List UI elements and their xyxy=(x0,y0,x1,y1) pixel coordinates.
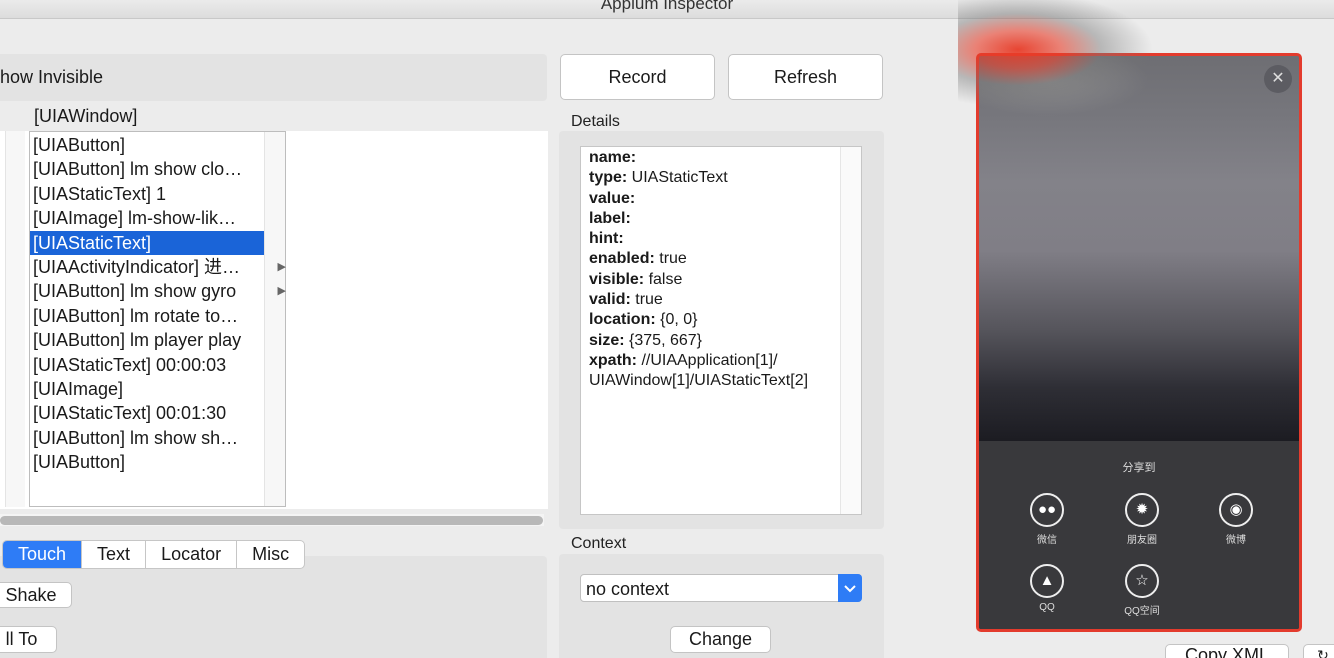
tree-column-parent[interactable] xyxy=(0,131,25,507)
tree-item[interactable]: [UIAActivityIndicator] 进… ▶ xyxy=(30,255,286,279)
share-target-label: 朋友圈 xyxy=(1127,535,1157,546)
detail-row-label: label: xyxy=(589,209,631,227)
wechat-icon: ●● xyxy=(1030,493,1064,527)
tree-item[interactable]: [UIAStaticText] 00:01:30 xyxy=(30,401,264,425)
tree-horizontal-scrollbar[interactable] xyxy=(0,514,544,526)
details-scrollbar[interactable] xyxy=(840,147,861,514)
show-invisible-checkbox[interactable]: how Invisible xyxy=(0,67,103,88)
qzone-icon: ☆ xyxy=(1125,564,1159,598)
share-target-qq: ▲ QQ xyxy=(1017,564,1077,613)
tree-item[interactable]: [UIAButton] xyxy=(30,133,264,157)
share-panel: 分享到 ●● 微信 ✹ 朋友圈 ◉ 微博 ▲ QQ ☆ QQ空间 xyxy=(979,441,1299,629)
tab-text[interactable]: Text xyxy=(82,541,147,568)
detail-row-xpath: xpath: //UIAApplication[1]/ xyxy=(589,351,778,369)
scrollbar-thumb[interactable] xyxy=(0,516,543,525)
share-target-moments: ✹ 朋友圈 xyxy=(1112,493,1172,546)
tree-column-parent-scrollbar[interactable] xyxy=(5,131,25,507)
copy-xml-button[interactable]: Copy XML xyxy=(1165,644,1289,658)
tree-column-children-scrollbar[interactable] xyxy=(264,132,285,506)
tree-item[interactable]: [UIAImage] lm-show-lik… xyxy=(30,206,264,230)
record-button[interactable]: Record xyxy=(560,54,715,100)
context-selected-value: no context xyxy=(586,579,670,599)
tree-item[interactable]: [UIAButton] xyxy=(30,450,264,474)
tree-item[interactable]: [UIAButton] lm rotate to… xyxy=(30,304,264,328)
qq-icon: ▲ xyxy=(1030,564,1064,598)
detail-row-name: name: xyxy=(589,149,637,166)
tab-touch[interactable]: Touch xyxy=(3,541,83,568)
tab-misc[interactable]: Misc xyxy=(237,541,304,568)
detail-row-visible: visible: false xyxy=(589,270,683,288)
tree-item[interactable]: [UIAButton] lm show gyro ▶ xyxy=(30,279,286,303)
expand-arrow-icon: ▶ xyxy=(277,285,286,298)
actions-pane xyxy=(0,556,547,658)
tree-item[interactable]: [UIAButton] lm show sh… xyxy=(30,426,264,450)
share-target-qzone: ☆ QQ空间 xyxy=(1112,564,1172,617)
tree-item[interactable]: [UIAStaticText] 00:00:03 xyxy=(30,353,264,377)
context-select[interactable]: no context xyxy=(580,574,862,602)
details-heading: Details xyxy=(571,113,620,130)
tree-item[interactable]: [UIAButton] lm show clo… xyxy=(30,157,264,181)
tree-item-list: [UIAButton] [UIAButton] lm show clo… [UI… xyxy=(30,133,286,474)
detail-row-xpath-continuation: UIAWindow[1]/UIAStaticText[2] xyxy=(589,372,809,390)
share-title: 分享到 xyxy=(1122,462,1156,474)
tree-item[interactable]: [UIAImage] xyxy=(30,377,264,401)
share-target-weibo: ◉ 微博 xyxy=(1206,493,1266,546)
tab-locator[interactable]: Locator xyxy=(146,541,238,568)
change-context-button[interactable]: Change xyxy=(670,626,771,653)
tree-item-label: [UIAButton] lm show gyro xyxy=(33,281,237,302)
tree-item[interactable]: [UIAButton] lm player play xyxy=(30,328,264,352)
detail-row-hint: hint: xyxy=(589,230,624,248)
detail-row-type: type: UIAStaticText xyxy=(589,169,728,187)
expand-arrow-icon: ▶ xyxy=(277,260,286,273)
share-target-label: 微信 xyxy=(1037,535,1057,546)
close-icon: ✕ xyxy=(1264,65,1292,93)
share-target-label: 微博 xyxy=(1226,535,1246,546)
detail-row-size: size: {375, 667} xyxy=(589,331,702,349)
details-content: name: type: UIAStaticText value: label: … xyxy=(589,148,808,392)
context-heading: Context xyxy=(571,535,627,552)
detail-row-value: value: xyxy=(589,189,636,207)
device-screenshot[interactable]: ✕ 分享到 ●● 微信 ✹ 朋友圈 ◉ 微博 ▲ QQ ☆ QQ空间 xyxy=(976,53,1302,632)
scroll-to-button[interactable]: ll To xyxy=(0,626,57,653)
chevron-down-icon[interactable] xyxy=(838,574,862,602)
weibo-icon: ◉ xyxy=(1219,493,1253,527)
tree-column-header: [UIAWindow] xyxy=(34,106,138,126)
detail-row-enabled: enabled: true xyxy=(589,250,687,268)
tree-item[interactable]: [UIAStaticText] 1 xyxy=(30,182,264,206)
tree-item-label: [UIAActivityIndicator] 进… xyxy=(33,256,241,277)
tree-item-selected[interactable]: [UIAStaticText] xyxy=(30,230,264,255)
rotate-button[interactable]: ↻ xyxy=(1303,644,1334,658)
red-scribble-overlay xyxy=(958,0,1158,110)
detail-row-location: location: {0, 0} xyxy=(589,311,698,329)
refresh-button[interactable]: Refresh xyxy=(728,54,883,100)
detail-row-valid: valid: true xyxy=(589,291,663,309)
action-tabs: Touch Text Locator Misc xyxy=(2,540,306,569)
share-target-label: QQ xyxy=(1039,602,1055,613)
share-target-wechat: ●● 微信 xyxy=(1017,493,1077,546)
share-target-label: QQ空间 xyxy=(1124,606,1160,617)
rotate-icon: ↻ xyxy=(1317,647,1329,658)
shake-button[interactable]: Shake xyxy=(0,582,72,608)
moments-icon: ✹ xyxy=(1125,493,1159,527)
